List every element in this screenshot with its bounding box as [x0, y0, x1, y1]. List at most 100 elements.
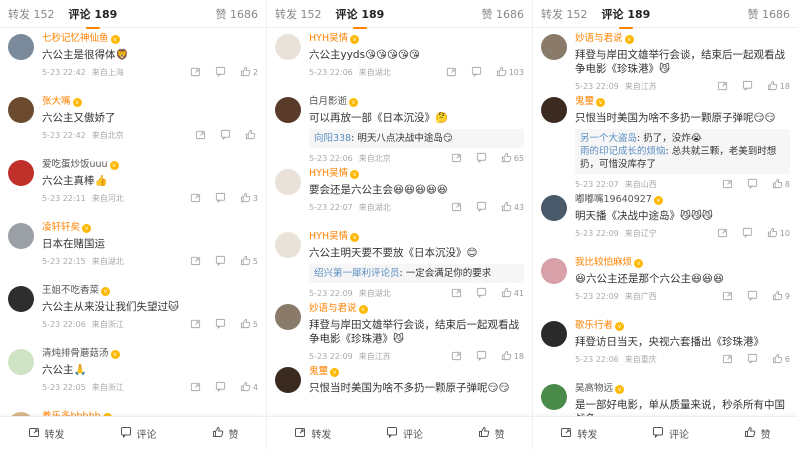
comment-button[interactable]: 评论 — [652, 426, 689, 441]
repost-button[interactable]: 转发 — [560, 426, 597, 441]
reply-username[interactable]: 雨的印记成长的烦恼 — [580, 146, 666, 157]
avatar[interactable] — [8, 160, 34, 186]
share-button[interactable] — [190, 381, 203, 394]
like-button[interactable]: 2 — [240, 66, 258, 79]
username[interactable]: HYH吴情 v — [309, 231, 524, 243]
reply-username[interactable]: 向阳338 — [314, 133, 351, 144]
share-button[interactable] — [195, 129, 208, 142]
reply-button[interactable] — [476, 152, 489, 165]
username[interactable]: 昊高物远 v — [575, 383, 790, 395]
reply-button[interactable] — [215, 255, 228, 268]
avatar[interactable] — [275, 169, 301, 195]
reply-button[interactable] — [215, 381, 228, 394]
username-text[interactable]: HYH吴情 — [309, 33, 348, 45]
username[interactable]: 凌轩轩矣 v — [42, 222, 258, 234]
username[interactable]: HYH吴情 v — [309, 168, 524, 180]
reply-button[interactable] — [747, 290, 760, 303]
reply-button[interactable] — [220, 129, 233, 142]
like-button[interactable]: 4 — [240, 381, 258, 394]
like-button[interactable]: 9 — [772, 290, 790, 303]
like-button[interactable]: 5 — [240, 255, 258, 268]
comment-button[interactable]: 评论 — [120, 426, 157, 441]
tab-likes[interactable]: 赞 1686 — [482, 6, 525, 22]
username-text[interactable]: 歌乐行者 — [575, 320, 613, 332]
username[interactable]: 爱吃蛋炒饭uuu v — [42, 159, 258, 171]
tab-repost[interactable]: 转发 152 — [541, 6, 588, 22]
username[interactable]: 张大嘴 v — [42, 96, 258, 108]
reply-button[interactable] — [476, 287, 489, 300]
like-button[interactable]: 赞 — [744, 426, 771, 441]
tab-comments[interactable]: 评论 189 — [69, 6, 117, 29]
username-text[interactable]: 爱吃蛋炒饭uuu — [42, 159, 108, 171]
reply-button[interactable] — [747, 353, 760, 366]
username-text[interactable]: 妙语与君说 — [575, 33, 623, 45]
share-button[interactable] — [722, 353, 735, 366]
reply-preview[interactable]: 向阳338: 明天八点决战中途岛😏 — [309, 129, 524, 148]
comment-list[interactable]: 七秒记忆神仙鱼 v 六公主是很得体🦁 5-23 22:42 来自上海 2 张大嘴 v… — [0, 29, 266, 450]
tab-comments[interactable]: 评论 189 — [336, 6, 384, 29]
like-button[interactable]: 18 — [767, 80, 790, 93]
username-text[interactable]: 昊高物远 — [575, 383, 613, 395]
like-button[interactable]: 10 — [767, 227, 790, 240]
username-text[interactable]: 王姐不吃香菜 — [42, 285, 99, 297]
avatar[interactable] — [8, 34, 34, 60]
like-button[interactable]: 6 — [772, 353, 790, 366]
share-button[interactable] — [446, 66, 459, 79]
like-button[interactable]: 43 — [501, 201, 524, 214]
comment-list[interactable]: 妙语与君说 v 拜登与岸田文雄举行会谈，结束后一起观看战争电影《珍珠港》😼 5-2… — [533, 29, 798, 450]
username-text[interactable]: HYH吴情 — [309, 168, 348, 180]
username-text[interactable]: 白月影逝 — [309, 96, 347, 108]
repost-button[interactable]: 转发 — [294, 426, 331, 441]
reply-username[interactable]: 绍兴第一犀利评论员 — [314, 268, 400, 279]
tab-repost[interactable]: 转发 152 — [8, 6, 55, 22]
reply-button[interactable] — [476, 350, 489, 363]
share-button[interactable] — [722, 290, 735, 303]
avatar[interactable] — [541, 34, 567, 60]
like-button[interactable]: 18 — [501, 350, 524, 363]
like-button[interactable]: 8 — [772, 178, 790, 191]
username-text[interactable]: 鬼璽 — [575, 96, 594, 108]
username-text[interactable]: 我比较怕麻烦 — [575, 257, 632, 269]
username[interactable]: 七秒记忆神仙鱼 v — [42, 33, 258, 45]
username[interactable]: 我比较怕麻烦 v — [575, 257, 790, 269]
reply-button[interactable] — [471, 66, 484, 79]
username[interactable]: 嘟嘟嘴19640927 v — [575, 194, 790, 206]
like-button[interactable]: 65 — [501, 152, 524, 165]
avatar[interactable] — [275, 304, 301, 330]
avatar[interactable] — [8, 286, 34, 312]
avatar[interactable] — [541, 195, 567, 221]
avatar[interactable] — [8, 349, 34, 375]
username[interactable]: 鬼璽 v — [575, 96, 790, 108]
username[interactable]: 清炖排骨蘑菇汤 v — [42, 348, 258, 360]
reply-button[interactable] — [747, 178, 760, 191]
reply-preview[interactable]: 绍兴第一犀利评论员: 一定会满足你的要求 — [309, 264, 524, 283]
reply-button[interactable] — [742, 80, 755, 93]
avatar[interactable] — [8, 223, 34, 249]
username[interactable]: 歌乐行者 v — [575, 320, 790, 332]
username[interactable]: 王姐不吃香菜 v — [42, 285, 258, 297]
avatar[interactable] — [275, 34, 301, 60]
avatar[interactable] — [275, 367, 301, 393]
share-button[interactable] — [451, 201, 464, 214]
share-button[interactable] — [190, 255, 203, 268]
reply-username[interactable]: 另一个大盗岛 — [580, 133, 637, 144]
username[interactable]: HYH吴情 v — [309, 33, 524, 45]
username-text[interactable]: HYH吴情 — [309, 231, 348, 243]
share-button[interactable] — [717, 227, 730, 240]
avatar[interactable] — [275, 232, 301, 258]
username[interactable]: 妙语与君说 v — [309, 303, 524, 315]
share-button[interactable] — [190, 318, 203, 331]
share-button[interactable] — [451, 152, 464, 165]
avatar[interactable] — [541, 258, 567, 284]
reply-preview[interactable]: 另一个大盗岛: 扔了，没炸😭 雨的印记成长的烦恼: 总共就三颗，老美到时想扔，可惜… — [575, 129, 790, 174]
share-button[interactable] — [190, 192, 203, 205]
username-text[interactable]: 嘟嘟嘴19640927 — [575, 194, 652, 206]
like-button[interactable]: 赞 — [212, 426, 239, 441]
reply-button[interactable] — [215, 318, 228, 331]
share-button[interactable] — [451, 350, 464, 363]
username-text[interactable]: 凌轩轩矣 — [42, 222, 80, 234]
comment-button[interactable]: 评论 — [386, 426, 423, 441]
share-button[interactable] — [451, 287, 464, 300]
username-text[interactable]: 妙语与君说 — [309, 303, 357, 315]
avatar[interactable] — [541, 384, 567, 410]
